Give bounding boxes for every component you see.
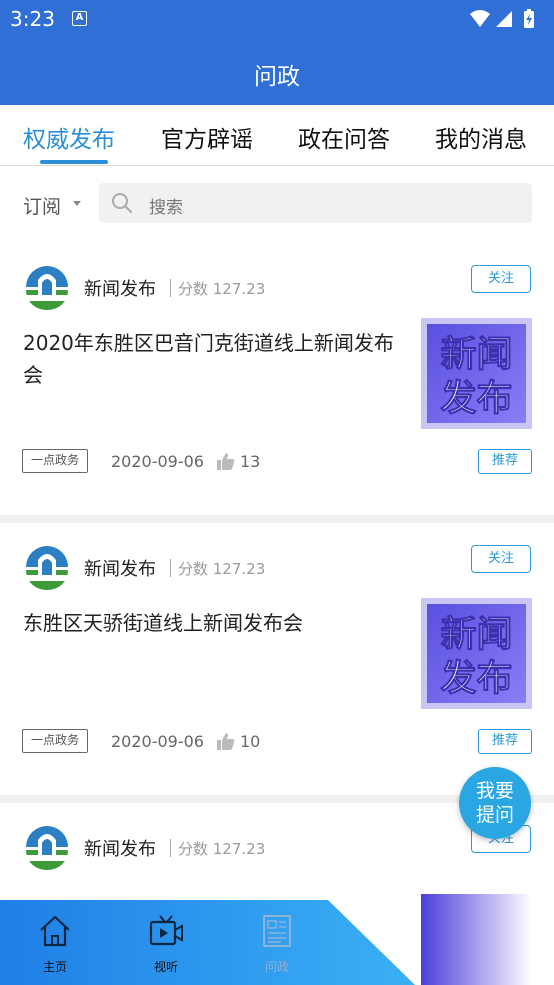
tab-my-messages[interactable]: 我的消息 [435,120,527,154]
subscribe-dropdown[interactable]: 订阅 [23,192,61,219]
card-separator [0,515,554,523]
like-count: 10 [240,732,261,751]
tab-official-rumor-refute[interactable]: 官方辟谣 [161,120,253,154]
divider [170,559,171,577]
svg-text:新闻: 新闻 [440,614,512,655]
follow-button[interactable]: 关注 [471,545,531,573]
home-icon [40,915,70,947]
recommend-button[interactable]: 推荐 [478,449,532,474]
nav-home-label: 主页 [42,960,67,974]
recommend-button[interactable]: 推荐 [478,729,532,754]
news-card[interactable]: 新闻发布 分数 127.23 关注 东胜区天骄街道线上新闻发布会 新闻 发布 一… [0,523,554,795]
nav-home[interactable]: 主页 [15,900,95,985]
nav-video[interactable]: 视听 [126,900,206,985]
document-icon [263,915,291,947]
source-score: 分数 127.23 [178,560,266,578]
category-tag: 一点政务 [22,449,89,473]
tab-bar: 权威发布 官方辟谣 政在问答 我的消息 [0,105,554,166]
fab-label-line1: 我要 [475,780,514,802]
nav-inquiry-label: 问政 [264,960,289,974]
publish-date: 2020-09-06 [111,452,204,471]
news-headline[interactable]: 东胜区天骄街道线上新闻发布会 [23,607,408,639]
filter-bar: 订阅 搜索 [0,166,554,243]
publish-date: 2020-09-06 [111,732,204,751]
category-tag: 一点政务 [22,729,89,753]
divider [170,279,171,297]
signal-icon [496,11,512,27]
search-placeholder: 搜索 [149,198,183,218]
news-thumbnail[interactable] [421,894,532,985]
ask-question-button[interactable]: 我要 提问 [459,767,531,839]
notification-icon: A [72,11,87,26]
tab-authoritative-release[interactable]: 权威发布 [23,120,115,154]
status-icons [470,9,534,28]
wifi-icon [470,10,490,27]
nav-video-label: 视听 [153,960,178,974]
avatar[interactable] [24,544,70,590]
divider [170,839,171,857]
source-name[interactable]: 新闻发布 [84,275,156,301]
thumbs-up-icon[interactable] [216,452,235,471]
source-score: 分数 127.23 [178,280,266,298]
caret-down-icon[interactable] [73,201,81,206]
active-tab-indicator [40,160,108,164]
svg-text:发布: 发布 [440,378,512,419]
app-header: 问政 [0,38,554,105]
avatar[interactable] [24,264,70,310]
thumbs-up-icon[interactable] [216,732,235,751]
source-name[interactable]: 新闻发布 [84,555,156,581]
svg-text:新闻: 新闻 [440,334,512,375]
news-thumbnail[interactable]: 新闻 发布 [421,318,532,429]
source-name[interactable]: 新闻发布 [84,835,156,861]
status-time: 3:23 [10,7,55,31]
follow-button[interactable]: 关注 [471,265,531,293]
fab-label-line2: 提问 [475,804,514,826]
source-score: 分数 127.23 [178,840,266,858]
like-count: 13 [240,452,261,471]
news-thumbnail[interactable]: 新闻 发布 [421,598,532,709]
svg-text:发布: 发布 [440,658,512,699]
tab-government-qa[interactable]: 政在问答 [298,120,390,154]
tv-icon [149,915,183,946]
news-card[interactable]: 新闻发布 分数 127.23 关注 2020年东胜区巴音门克街道线上新闻发布会 … [0,243,554,515]
search-input[interactable]: 搜索 [99,183,532,223]
avatar[interactable] [24,824,70,870]
status-bar: 3:23 A [0,0,554,38]
news-headline[interactable]: 2020年东胜区巴音门克街道线上新闻发布会 [23,327,408,391]
page-title: 问政 [254,64,300,90]
bottom-nav: 主页 视听 问政 [0,900,420,985]
search-icon [112,193,133,214]
nav-inquiry[interactable]: 问政 [237,900,317,985]
